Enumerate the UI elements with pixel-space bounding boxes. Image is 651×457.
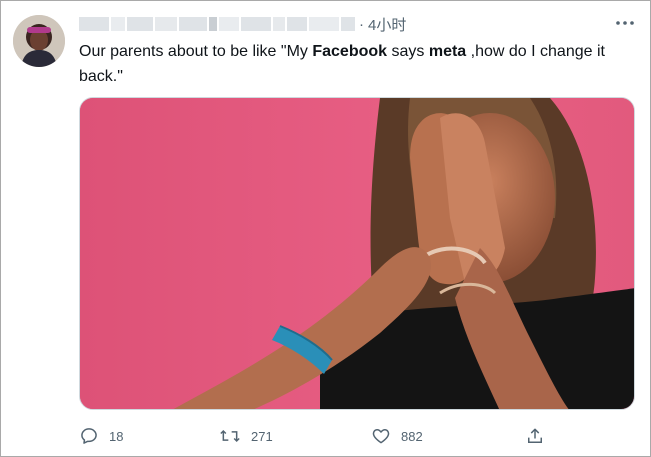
retweet-icon: [220, 429, 240, 443]
retweet-count: 271: [251, 428, 273, 444]
tweet-text-part: says: [387, 43, 429, 60]
like-button[interactable]: 882: [371, 423, 423, 449]
tweet-card: · 4小时 Our parents about to be like "My F…: [0, 0, 651, 457]
header-separator: ·: [359, 15, 364, 33]
tweet-timestamp[interactable]: 4小时: [368, 14, 406, 35]
share-button[interactable]: [525, 423, 545, 449]
media-photo: [80, 98, 634, 409]
avatar[interactable]: [13, 15, 65, 67]
reply-count: 18: [109, 428, 124, 444]
like-icon: [372, 429, 390, 444]
tweet-text: Our parents about to be like "My Faceboo…: [79, 39, 629, 89]
tweet-text-part: Our parents about to be like "My: [79, 43, 313, 60]
avatar-image: [13, 15, 65, 67]
more-icon[interactable]: [614, 15, 636, 31]
tweet-text-bold: meta: [428, 43, 467, 60]
reply-button[interactable]: 18: [79, 423, 123, 449]
tweet-media-image[interactable]: [79, 97, 635, 410]
reply-icon: [81, 428, 97, 444]
tweet-text-bold: Facebook: [312, 43, 388, 60]
tweet-header: · 4小时: [79, 12, 619, 36]
retweet-button[interactable]: 271: [219, 423, 273, 449]
share-icon: [528, 428, 542, 443]
author-name-redacted[interactable]: [79, 15, 355, 33]
tweet-actions: 18 271 882: [79, 423, 559, 449]
like-count: 882: [401, 428, 423, 444]
